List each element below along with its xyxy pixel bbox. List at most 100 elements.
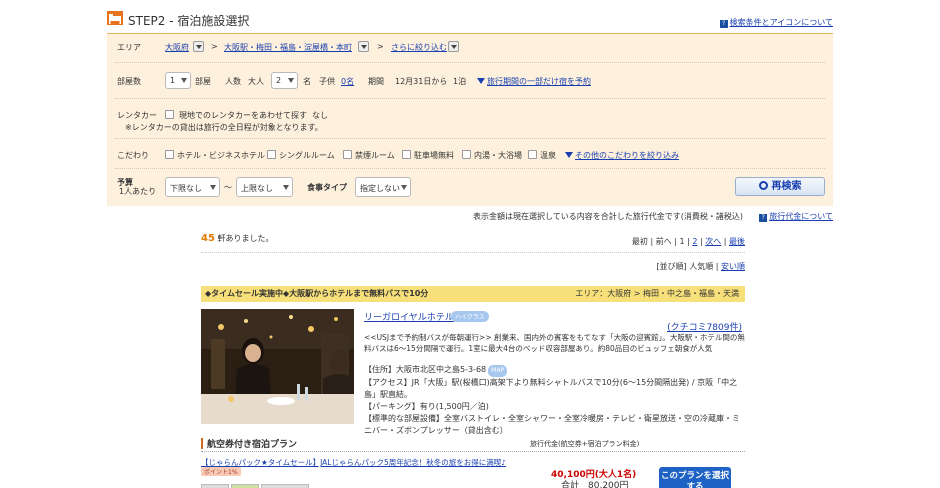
hotel-photo[interactable] (201, 309, 354, 424)
hotel-class-badge: ハイクラス (451, 311, 489, 322)
map-button[interactable]: MAP (488, 365, 508, 377)
pager-prev: 前へ (655, 237, 672, 246)
tag-badge (201, 484, 229, 488)
pager-page-2[interactable]: 2 (692, 237, 697, 246)
children-link[interactable]: 0名 (341, 76, 354, 87)
pref-option-bath: 内湯・大浴場 (474, 151, 522, 160)
triangle-down-icon (565, 152, 573, 158)
area-city-link[interactable]: 大阪駅・梅田・福島・淀屋橋・本町 (224, 42, 352, 53)
area-city-dropdown[interactable] (358, 41, 369, 52)
chevron-down-icon (401, 185, 407, 190)
chevron-down-icon (283, 185, 289, 190)
pref-option-nonsmoking: 禁煙ルーム (355, 151, 395, 160)
hotel-description: <<USJまで予約制バスが毎朝運行>> 創業来、国内外の賓客をもてなす「大阪の迎… (364, 333, 745, 353)
rental-checkbox[interactable] (165, 110, 174, 119)
price-notice: 表示金額は現在選択している内容を合計した旅行代金です(消費税・諸税込) (473, 211, 743, 222)
chevron-down-icon (288, 78, 294, 83)
meal-select[interactable]: 指定しない (355, 177, 411, 197)
pref-more-text[interactable]: その他のこだわりを絞り込み (575, 151, 679, 160)
rental-note: ※レンタカーの貸出は旅行の全日程が対象となります。 (125, 123, 323, 132)
search-button-label: 再検索 (771, 181, 802, 192)
price-info-link-text[interactable]: 旅行代金について (769, 212, 833, 221)
rental-value: なし (312, 111, 328, 120)
hotel-photo-image (201, 309, 354, 424)
pager-last[interactable]: 最後 (729, 237, 745, 246)
area-more-link[interactable]: さらに絞り込む (391, 42, 447, 53)
pager-next[interactable]: 次へ (705, 237, 721, 246)
help-link-text[interactable]: 検索条件とアイコンについて (730, 18, 833, 27)
area-pref-dropdown[interactable] (193, 41, 204, 52)
hotel-facilities: 【標準的な部屋設備】全室バストイレ・全室シャワー・全室冷暖房・テレビ・衛星放送・… (364, 414, 740, 435)
hotel-ribbon: ◆タイムセール実施中◆大阪駅からホテルまで無料バスで10分 エリア：大阪府 > 梅… (201, 286, 745, 302)
budget-min-select[interactable]: 下限なし (165, 177, 220, 197)
tag-badge (261, 484, 309, 488)
hotel-address: 【住所】大阪市北区中之島5-3-68 MAP (364, 364, 745, 377)
pref-checkbox-nonsmoking[interactable] (343, 150, 352, 159)
pref-more-link[interactable]: その他のこだわりを絞り込み (565, 150, 679, 161)
price-info-link[interactable]: ? 旅行代金について (759, 211, 833, 222)
divider (115, 98, 825, 99)
triangle-down-icon (477, 78, 485, 84)
pager-current: 1 (679, 237, 685, 246)
pref-label: こだわり (117, 151, 149, 160)
area-more-dropdown[interactable] (448, 41, 459, 52)
plans-title: 航空券付き宿泊プラン (207, 440, 298, 450)
budget-max-select[interactable]: 上限なし (236, 177, 293, 197)
pref-option-single: シングルルーム (279, 151, 335, 160)
sort-popular: 人気順 (689, 262, 714, 271)
plan-link[interactable]: 【じゃらんパック★タイムセール】JALじゃらんパック5周年記念！秋冬の旅をお得に… (201, 457, 506, 468)
budget-sub: 1人あたり (119, 187, 157, 196)
price-notice-text: 表示金額は現在選択している内容を合計した旅行代金です(消費税・諸税込) (473, 212, 743, 221)
period-link[interactable]: 旅行期間の一部だけ宿を予約 (477, 76, 591, 87)
tag-badge (231, 484, 259, 488)
period-value: 12月31日から (395, 77, 448, 86)
rooms-value: 1 (170, 76, 176, 85)
adults-label: 大人 (248, 77, 264, 86)
help-link[interactable]: ? 検索条件とアイコンについて (719, 17, 833, 28)
breadcrumb-sep: > (211, 42, 218, 51)
rooms-select[interactable]: 1 (165, 72, 191, 89)
meal-value: 指定しない (360, 184, 400, 193)
search-button[interactable]: 再検索 (735, 177, 825, 196)
select-plan-button[interactable]: このプランを選択する (659, 467, 731, 488)
budget-min-value: 下限なし (170, 184, 202, 193)
pref-checkbox-hotel[interactable] (165, 150, 174, 159)
divider (115, 168, 825, 169)
plans-price-column: 旅行代金(航空券+宿泊プラン料金) (530, 440, 640, 448)
page-header: STEP2 - 宿泊施設選択 ? 検索条件とアイコンについて (107, 10, 833, 35)
area-pref-link[interactable]: 大阪府 (165, 42, 189, 53)
result-count-number: 45 (201, 233, 215, 244)
pref-checkbox-bath[interactable] (462, 150, 471, 159)
adults-value: 2 (276, 76, 282, 85)
bed-icon (107, 11, 123, 25)
page-title: STEP2 - 宿泊施設選択 (128, 14, 250, 28)
pref-option-parking: 駐車場無料 (414, 151, 454, 160)
pref-option-onsen: 温泉 (540, 151, 556, 160)
hotel-area: エリア：大阪府 > 梅田・中之島・福島・天満 (575, 289, 739, 298)
reviews-link[interactable]: (クチコミ7809件) (667, 320, 742, 333)
area-label: エリア (117, 43, 141, 52)
hotel-name-link[interactable]: リーガロイヤルホテル (364, 310, 454, 323)
pref-checkbox-single[interactable] (267, 150, 276, 159)
budget-tilde: 〜 (224, 183, 232, 192)
sort-options: [並び順] 人気順 | 安い順 (656, 262, 745, 271)
breadcrumb-sep: > (377, 42, 384, 51)
people-label: 人数 (225, 77, 241, 86)
plan-total: 合計 80,200円 (561, 481, 629, 488)
question-icon: ? (719, 20, 728, 28)
period-label: 期間 (368, 77, 384, 86)
pref-checkbox-onsen[interactable] (528, 150, 537, 159)
section-marker (201, 438, 203, 449)
budget-max-value: 上限なし (241, 184, 273, 193)
divider (115, 62, 825, 63)
sort-cheap-link[interactable]: 安い順 (721, 262, 745, 271)
nights-value: 1泊 (453, 77, 467, 86)
period-link-text[interactable]: 旅行期間の一部だけ宿を予約 (487, 77, 591, 86)
pref-option-hotel: ホテル・ビジネスホテル (177, 151, 265, 160)
adults-select[interactable]: 2 (271, 72, 298, 89)
pref-checkbox-parking[interactable] (402, 150, 411, 159)
chevron-down-icon (210, 185, 216, 190)
hotel-address-text: 【住所】大阪市北区中之島5-3-68 (364, 365, 487, 374)
hotel-access: 【アクセス】JR「大阪」駅(桜橋口)高架下より無料シャトルバスで10分(6～15… (364, 378, 738, 399)
result-count-suffix: 軒ありました。 (217, 234, 274, 243)
